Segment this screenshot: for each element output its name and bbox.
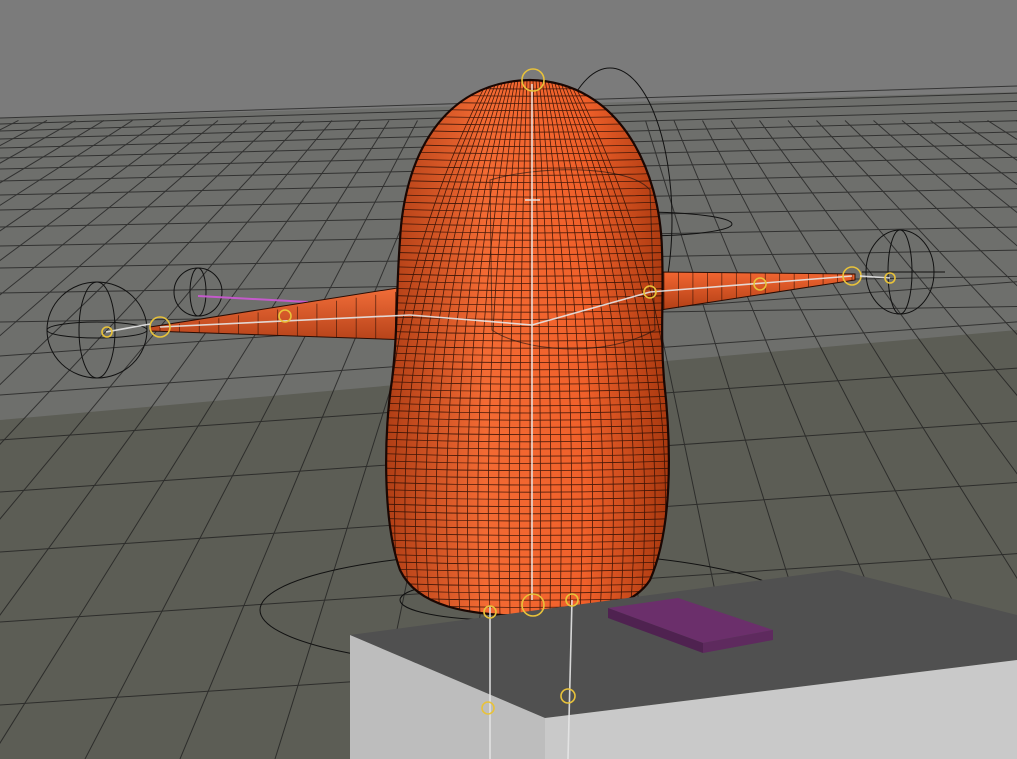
- character-body-mesh[interactable]: [370, 78, 690, 622]
- 3d-viewport[interactable]: [0, 0, 1017, 759]
- scene-canvas[interactable]: [0, 0, 1017, 759]
